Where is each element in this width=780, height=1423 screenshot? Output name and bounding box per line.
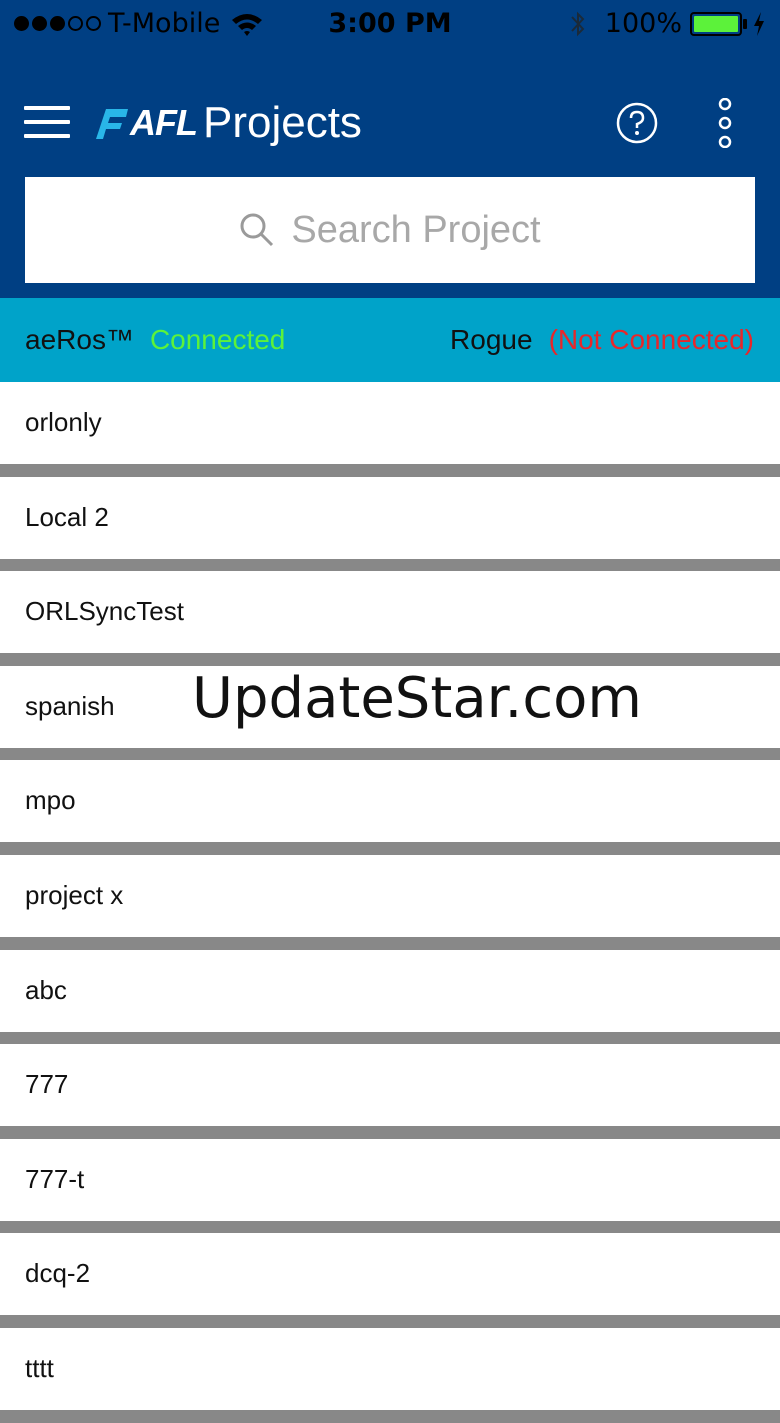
connection-status-bar: aeRos™ Connected Rogue (Not Connected) [0,298,780,382]
project-list-item[interactable]: project x [0,854,780,937]
status-right: 100% [569,8,766,39]
device-rogue-name: Rogue [450,324,533,355]
afl-logo-mark-icon [96,109,128,139]
project-list-item[interactable]: dcq-2 [0,1233,780,1316]
battery-icon [690,11,747,36]
hamburger-menu-icon[interactable] [24,106,70,140]
project-name: ORLSyncTest [25,596,184,627]
project-list-item[interactable]: abc [0,949,780,1032]
bluetooth-icon [571,11,585,36]
project-name: orlonly [25,407,102,437]
project-name: mpo [25,785,76,816]
project-name: project x [25,879,124,910]
project-list-item[interactable]: tttt [0,1327,780,1410]
project-name: Local 2 [25,501,109,532]
watermark-text: UpdateStar.com [192,666,642,731]
more-vertical-icon[interactable] [716,98,734,148]
project-name: spanish [25,690,115,721]
project-name: tttt [25,1352,54,1383]
search-icon [240,213,274,247]
device-rogue-status[interactable]: Rogue (Not Connected) [450,324,754,356]
device-rogue-not-connected-label: (Not Connected) [548,324,754,355]
project-list-item[interactable]: 777 [0,1044,780,1127]
search-input[interactable]: Search Project [25,177,755,283]
project-list-item[interactable]: 777-t [0,1138,780,1221]
search-placeholder: Search Project [291,208,541,251]
device-aeros-status[interactable]: aeRos™ Connected [25,324,285,356]
project-name: dcq-2 [25,1258,91,1289]
project-list: orlonly Local 2 ORLSyncTest spanish mpo … [0,382,780,1423]
app-header: AFL Projects Search Project [0,52,780,298]
project-name: abc [25,974,67,1005]
device-aeros-name: aeRos™ [25,324,134,355]
status-bar: T-Mobile 3:00 PM 100% [0,0,780,52]
battery-percent: 100% [604,8,682,39]
help-icon[interactable] [616,102,658,144]
project-name: 777-t [25,1163,85,1194]
device-aeros-connected-label: Connected [149,324,286,355]
project-list-item[interactable]: ORLSyncTest [0,571,780,654]
logo-projects-text: Projects [202,98,362,147]
app-logo: AFL Projects [96,98,362,148]
project-list-item[interactable]: Local 2 [0,476,780,559]
project-list-item[interactable]: mpo [0,760,780,843]
project-list-item[interactable]: orlonly [0,382,780,464]
project-name: 777 [25,1069,69,1100]
charging-bolt-icon [754,11,764,36]
logo-afl-text: AFL [130,102,198,143]
